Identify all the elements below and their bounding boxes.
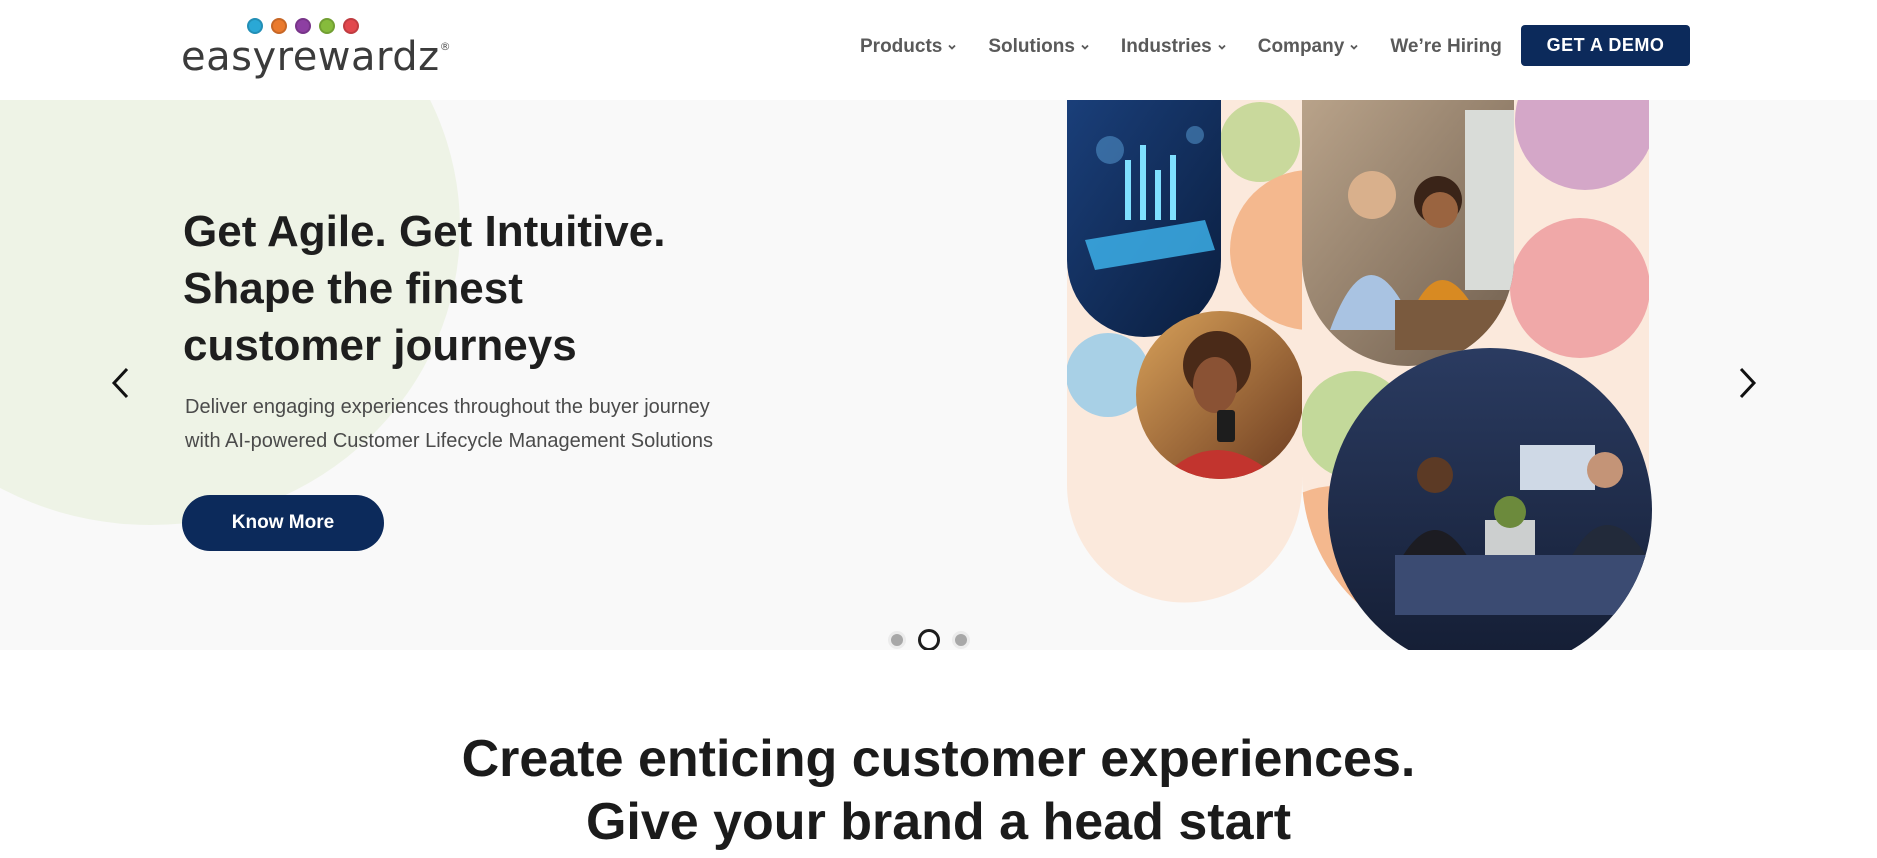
brand-name: easyrewardz bbox=[181, 34, 440, 80]
section-heading-line: Create enticing customer experiences. bbox=[461, 730, 1416, 788]
registered-mark: ® bbox=[439, 40, 452, 53]
chevron-left-icon[interactable] bbox=[102, 363, 142, 403]
section-heading: Create enticing customer experiences. Gi… bbox=[0, 728, 1877, 854]
hero-title-line: Get Agile. Get Intuitive. bbox=[183, 207, 666, 256]
nav-item-label: Company bbox=[1257, 36, 1345, 57]
nav-item-label: Solutions bbox=[988, 36, 1075, 57]
nav-item-label: Industries bbox=[1120, 36, 1212, 57]
carousel-dot[interactable] bbox=[888, 631, 906, 649]
section-heading-line: Give your brand a head start bbox=[585, 793, 1292, 851]
carousel-dot-active[interactable] bbox=[918, 629, 940, 650]
chevron-down-icon bbox=[948, 44, 956, 50]
main-nav: Products Solutions Industries Company We… bbox=[860, 36, 1533, 58]
hero-carousel: Get Agile. Get Intuitive. Shape the fine… bbox=[0, 100, 1877, 650]
nav-item-hiring[interactable]: We’re Hiring bbox=[1390, 36, 1502, 58]
logo-dot bbox=[319, 18, 335, 34]
hero-title-line: customer journeys bbox=[183, 321, 577, 370]
hero-collage-image bbox=[1067, 100, 1652, 650]
logo-dot bbox=[295, 18, 311, 34]
nav-item-company[interactable]: Company bbox=[1258, 36, 1360, 58]
logo-wordmark: easyrewardz® bbox=[181, 34, 451, 80]
hero-title: Get Agile. Get Intuitive. Shape the fine… bbox=[183, 203, 743, 374]
carousel-indicators bbox=[888, 629, 970, 650]
nav-item-label: We’re Hiring bbox=[1390, 36, 1502, 57]
know-more-button[interactable]: Know More bbox=[182, 495, 384, 551]
carousel-dot[interactable] bbox=[952, 631, 970, 649]
hero-title-line: Shape the finest bbox=[183, 264, 523, 313]
nav-item-label: Products bbox=[860, 36, 943, 57]
hero-subtitle: Deliver engaging experiences throughout … bbox=[185, 390, 745, 458]
nav-item-products[interactable]: Products bbox=[860, 36, 957, 58]
chevron-down-icon bbox=[1218, 44, 1226, 50]
chevron-down-icon bbox=[1350, 44, 1358, 50]
brand-logo[interactable]: easyrewardz® bbox=[181, 16, 451, 80]
hero-subtitle-line: Deliver engaging experiences throughout … bbox=[185, 396, 710, 418]
logo-dot bbox=[247, 18, 263, 34]
logo-dots bbox=[247, 18, 359, 34]
nav-item-solutions[interactable]: Solutions bbox=[988, 36, 1090, 58]
nav-item-industries[interactable]: Industries bbox=[1121, 36, 1227, 58]
get-demo-button[interactable]: GET A DEMO bbox=[1521, 25, 1690, 66]
chevron-right-icon[interactable] bbox=[1726, 363, 1766, 403]
chevron-down-icon bbox=[1081, 44, 1089, 50]
hero-subtitle-line: with AI-powered Customer Lifecycle Manag… bbox=[185, 430, 714, 452]
logo-dot bbox=[343, 18, 359, 34]
logo-dot bbox=[271, 18, 287, 34]
site-header: easyrewardz® Products Solutions Industri… bbox=[0, 0, 1877, 100]
